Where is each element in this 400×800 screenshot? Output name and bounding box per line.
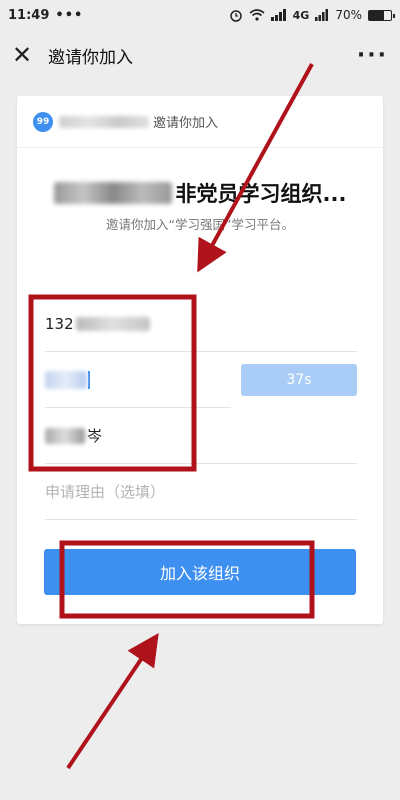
wifi-icon	[249, 9, 265, 21]
blurred-inviter-name	[59, 115, 149, 128]
page-title: 邀请你加入	[48, 47, 133, 68]
invite-subtitle: 邀请你加入“学习强国”学习平台。	[106, 217, 294, 232]
battery-fill	[369, 10, 385, 20]
card-header: 99 邀请你加入	[17, 96, 383, 148]
title-bar: ✕ 邀请你加入 ···	[0, 30, 400, 80]
text-cursor	[88, 371, 90, 389]
signal-icon-2	[315, 9, 329, 21]
notification-dots: •••	[55, 7, 84, 23]
battery-percent: 70%	[335, 8, 362, 22]
reason-placeholder: 申请理由（选填）	[45, 483, 166, 501]
status-bar: 11:49 ••• 4G 70%	[0, 0, 400, 30]
name-suffix: 岑	[87, 427, 103, 445]
blurred-code-value	[45, 371, 87, 389]
close-icon[interactable]: ✕	[12, 43, 40, 67]
signal-icon	[270, 9, 286, 21]
reason-field[interactable]: 申请理由（选填）	[45, 464, 357, 520]
blurred-org-prefix	[53, 182, 172, 204]
join-form: 132 37s 岑 申请理由（选填）	[45, 296, 357, 520]
phone-field[interactable]: 132	[45, 296, 357, 352]
alarm-icon	[229, 10, 242, 22]
inviter-avatar: 99	[33, 111, 53, 132]
blurred-name-value	[45, 427, 85, 444]
more-icon[interactable]: ···	[357, 43, 388, 68]
annotation-arrow-bottom	[66, 633, 159, 770]
blurred-phone-rest	[75, 316, 150, 331]
network-type: 4G	[292, 8, 310, 22]
org-name: 非党员学习组织...	[175, 182, 347, 206]
battery-icon	[368, 9, 395, 21]
join-org-button[interactable]: 加入该组织	[44, 549, 356, 595]
phone-value: 132	[45, 314, 74, 333]
card-header-text: 邀请你加入	[153, 116, 219, 131]
resend-code-button[interactable]: 37s	[241, 364, 357, 396]
org-title: 非党员学习组织...	[17, 178, 383, 208]
status-icons: 4G 70%	[229, 8, 395, 22]
status-time: 11:49	[8, 7, 50, 23]
invitation-card: 99 邀请你加入 非党员学习组织... 邀请你加入“学习强国”学习平台。 132…	[17, 96, 383, 624]
name-field[interactable]: 岑	[45, 408, 357, 464]
verification-code-field[interactable]: 37s	[45, 352, 357, 408]
